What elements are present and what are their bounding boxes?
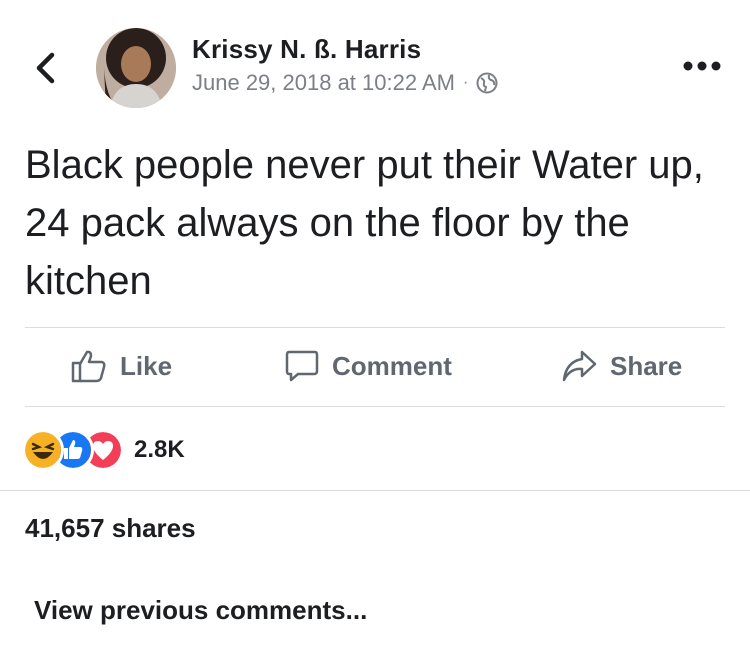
share-button[interactable]: Share <box>560 348 682 384</box>
author-name[interactable]: Krissy N. ß. Harris <box>192 34 421 65</box>
action-bar: Like Comment Share <box>0 330 750 406</box>
like-button[interactable]: Like <box>70 348 172 384</box>
share-label: Share <box>610 350 683 381</box>
share-arrow-icon <box>562 350 597 382</box>
haha-icon <box>22 429 64 471</box>
shares-count[interactable]: 41,657 shares <box>25 513 196 544</box>
more-options-icon[interactable] <box>682 58 722 74</box>
reactions-summary[interactable]: 2.8K <box>22 428 185 472</box>
back-arrow-icon[interactable] <box>32 50 58 86</box>
divider <box>25 327 725 328</box>
divider <box>25 406 725 407</box>
reaction-count: 2.8K <box>134 436 185 463</box>
meta-separator: · <box>462 74 469 91</box>
comment-icon <box>285 350 319 382</box>
post-header: Krissy N. ß. Harris June 29, 2018 at 10:… <box>0 0 750 120</box>
divider <box>0 490 750 491</box>
comment-label: Comment <box>332 350 452 381</box>
avatar-photo <box>96 28 176 108</box>
like-label: Like <box>120 350 173 381</box>
view-previous-comments-link[interactable]: View previous comments... <box>34 595 367 626</box>
post-meta: June 29, 2018 at 10:22 AM · <box>192 70 498 96</box>
globe-icon <box>476 72 498 94</box>
post-timestamp[interactable]: June 29, 2018 at 10:22 AM <box>192 70 455 96</box>
comment-button[interactable]: Comment <box>284 348 452 384</box>
avatar[interactable] <box>96 28 176 108</box>
thumbs-up-icon <box>71 350 106 383</box>
post-text: Black people never put their Water up, 2… <box>25 143 704 303</box>
